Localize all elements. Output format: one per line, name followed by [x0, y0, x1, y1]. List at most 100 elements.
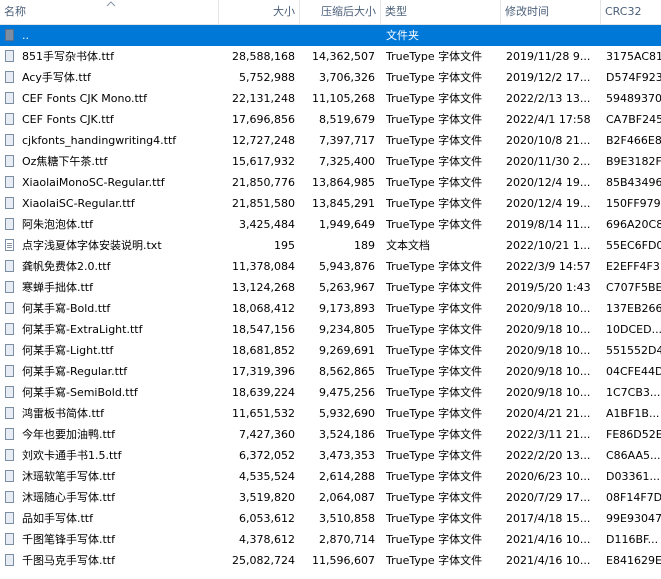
file-row[interactable]: 何某手寫-SemiBold.ttf 18,639,224 9,475,256 True…	[0, 382, 661, 403]
file-crc32: B9E3182F	[606, 155, 661, 168]
column-header-modified[interactable]: 修改时间	[501, 0, 601, 24]
file-type: TrueType 字体文件	[386, 554, 483, 567]
file-list: .. 文件夹 851手写杂书体.ttf 28,588,168 14,362,507 T…	[0, 25, 661, 579]
column-header-type[interactable]: 类型	[381, 0, 501, 24]
file-type: TrueType 字体文件	[386, 428, 483, 441]
file-type: TrueType 字体文件	[386, 533, 483, 546]
column-size-label: 大小	[273, 5, 295, 18]
file-name: 何某手寫-Light.ttf	[22, 344, 114, 357]
file-row[interactable]: 品如手写体.ttf 6,053,612 3,510,858 TrueType 字体文件…	[0, 508, 661, 529]
file-name: 沐瑶随心手写体.ttf	[22, 491, 115, 504]
file-name: Acy手写体.ttf	[22, 71, 91, 84]
file-name: 沐瑶软笔手写体.ttf	[22, 470, 115, 483]
file-modified: 2021/4/16 10...	[506, 533, 591, 546]
file-crc32: 137EB266	[606, 302, 661, 315]
file-row[interactable]: Oz焦糖下午茶.ttf 15,617,932 7,325,400 TrueType 字…	[0, 151, 661, 172]
file-compressed-size: 8,519,679	[319, 113, 375, 126]
file-row[interactable]: 851手写杂书体.ttf 28,588,168 14,362,507 TrueType…	[0, 46, 661, 67]
file-compressed-size: 189	[354, 239, 375, 252]
file-crc32: B2F466E8	[606, 134, 661, 147]
file-compressed-size: 7,397,717	[319, 134, 375, 147]
file-size: 15,617,932	[232, 155, 295, 168]
file-name: 何某手寫-ExtraLight.ttf	[22, 323, 143, 336]
file-crc32: D574F923	[606, 71, 661, 84]
file-compressed-size: 5,932,690	[319, 407, 375, 420]
file-row[interactable]: 点字浅夏体字体安装说明.txt 195 189 文本文档 2022/10/21 1...…	[0, 235, 661, 256]
file-row[interactable]: 阿朱泡泡体.ttf 3,425,484 1,949,649 TrueType 字体文件…	[0, 214, 661, 235]
file-compressed-size: 7,325,400	[319, 155, 375, 168]
file-row[interactable]: 沐瑶随心手写体.ttf 3,519,820 2,064,087 TrueType 字体…	[0, 487, 661, 508]
file-row[interactable]: XiaolaiSC-Regular.ttf 21,851,580 13,845,29…	[0, 193, 661, 214]
parent-folder-row[interactable]: .. 文件夹	[0, 25, 661, 46]
column-header-size[interactable]: 大小	[219, 0, 300, 24]
file-row[interactable]: CEF Fonts CJK.ttf 17,696,856 8,519,679 True…	[0, 109, 661, 130]
file-modified: 2020/4/21 21...	[506, 407, 591, 420]
file-row[interactable]: 鸿雷板书简体.ttf 11,651,532 5,932,690 TrueType 字体…	[0, 403, 661, 424]
file-crc32: 55EC6FD0	[606, 239, 661, 252]
file-modified: 2020/11/30 2...	[506, 155, 591, 168]
sort-ascending-icon	[106, 1, 116, 7]
file-compressed-size: 8,562,865	[319, 365, 375, 378]
file-compressed-size: 14,362,507	[312, 50, 375, 63]
file-row[interactable]: 何某手寫-Light.ttf 18,681,852 9,269,691 TrueTyp…	[0, 340, 661, 361]
file-name: CEF Fonts CJK Mono.ttf	[22, 92, 147, 105]
file-row[interactable]: cjkfonts_handingwriting4.ttf 12,727,248 7,…	[0, 130, 661, 151]
file-row[interactable]: 千图马克手写体.ttf 25,082,724 11,596,607 TrueType …	[0, 550, 661, 571]
file-modified: 2020/9/18 10...	[506, 365, 591, 378]
file-modified: 2017/4/18 15...	[506, 512, 591, 525]
column-header-crc[interactable]: CRC32	[601, 0, 661, 24]
file-size: 17,319,396	[232, 365, 295, 378]
file-name: 何某手寫-Bold.ttf	[22, 302, 111, 315]
file-size: 17,696,856	[232, 113, 295, 126]
file-type: TrueType 字体文件	[386, 260, 483, 273]
file-type: 文本文档	[386, 239, 430, 252]
file-crc32: 99E93047	[606, 512, 661, 525]
file-type: TrueType 字体文件	[386, 281, 483, 294]
file-row[interactable]: 今年也要加油鸭.ttf 7,427,360 3,524,186 TrueType 字体…	[0, 424, 661, 445]
file-row[interactable]: 何某手寫-Bold.ttf 18,068,412 9,173,893 TrueType…	[0, 298, 661, 319]
column-name-label: 名称	[4, 5, 26, 18]
file-modified: 2020/9/18 10...	[506, 344, 591, 357]
file-crc32: E841629E	[606, 554, 661, 567]
file-size: 3,519,820	[239, 491, 295, 504]
file-crc32: 1C7CB3...	[606, 386, 661, 399]
file-name: 何某手寫-Regular.ttf	[22, 365, 128, 378]
file-row[interactable]: 寒蝉手拙体.ttf 13,124,268 5,263,967 TrueType 字体文…	[0, 277, 661, 298]
file-type: TrueType 字体文件	[386, 50, 483, 63]
file-size: 13,124,268	[232, 281, 295, 294]
file-crc32: E2EFF4F3	[606, 260, 660, 273]
file-modified: 2019/11/28 9...	[506, 50, 591, 63]
file-row[interactable]: CEF Fonts CJK Mono.ttf 22,131,248 11,105,2…	[0, 88, 661, 109]
file-modified: 2019/12/2 17...	[506, 71, 591, 84]
file-modified: 2020/10/8 21...	[506, 134, 591, 147]
file-modified: 2021/4/16 10...	[506, 554, 591, 567]
file-type: TrueType 字体文件	[386, 113, 483, 126]
file-type: TrueType 字体文件	[386, 92, 483, 105]
file-row[interactable]: Acy手写体.ttf 5,752,988 3,706,326 TrueType 字体文…	[0, 67, 661, 88]
file-compressed-size: 3,510,858	[319, 512, 375, 525]
file-row[interactable]: XiaolaiMonoSC-Regular.ttf 21,850,776 13,86…	[0, 172, 661, 193]
file-row[interactable]: 龚帆免费体2.0.ttf 11,378,084 5,943,876 TrueType …	[0, 256, 661, 277]
file-crc32: 150FF979	[606, 197, 661, 210]
file-row[interactable]: 千图笔锋手写体.ttf 4,378,612 2,870,714 TrueType 字体…	[0, 529, 661, 550]
file-size: 25,082,724	[232, 554, 295, 567]
file-name: XiaolaiMonoSC-Regular.ttf	[22, 176, 165, 189]
file-row[interactable]: 刘欢卡通手书1.5.ttf 6,372,052 3,473,353 TrueType …	[0, 445, 661, 466]
file-row[interactable]: 何某手寫-Regular.ttf 17,319,396 8,562,865 TrueT…	[0, 361, 661, 382]
file-type: TrueType 字体文件	[386, 323, 483, 336]
file-row[interactable]: 沐瑶软笔手写体.ttf 4,535,524 2,614,288 TrueType 字体…	[0, 466, 661, 487]
file-crc32: 85B43496	[606, 176, 661, 189]
file-compressed-size: 11,105,268	[312, 92, 375, 105]
file-modified: 2020/9/18 10...	[506, 386, 591, 399]
file-row[interactable]: 何某手寫-ExtraLight.ttf 18,547,156 9,234,805 Tr…	[0, 319, 661, 340]
file-type: TrueType 字体文件	[386, 365, 483, 378]
file-type: TrueType 字体文件	[386, 155, 483, 168]
file-type: TrueType 字体文件	[386, 491, 483, 504]
column-header-compressed[interactable]: 压缩后大小	[300, 0, 381, 24]
file-size: 3,425,484	[239, 218, 295, 231]
file-size: 18,547,156	[232, 323, 295, 336]
column-type-label: 类型	[385, 5, 407, 18]
file-name: CEF Fonts CJK.ttf	[22, 113, 114, 126]
file-crc32: FE86D52E	[606, 428, 661, 441]
file-compressed-size: 9,269,691	[319, 344, 375, 357]
